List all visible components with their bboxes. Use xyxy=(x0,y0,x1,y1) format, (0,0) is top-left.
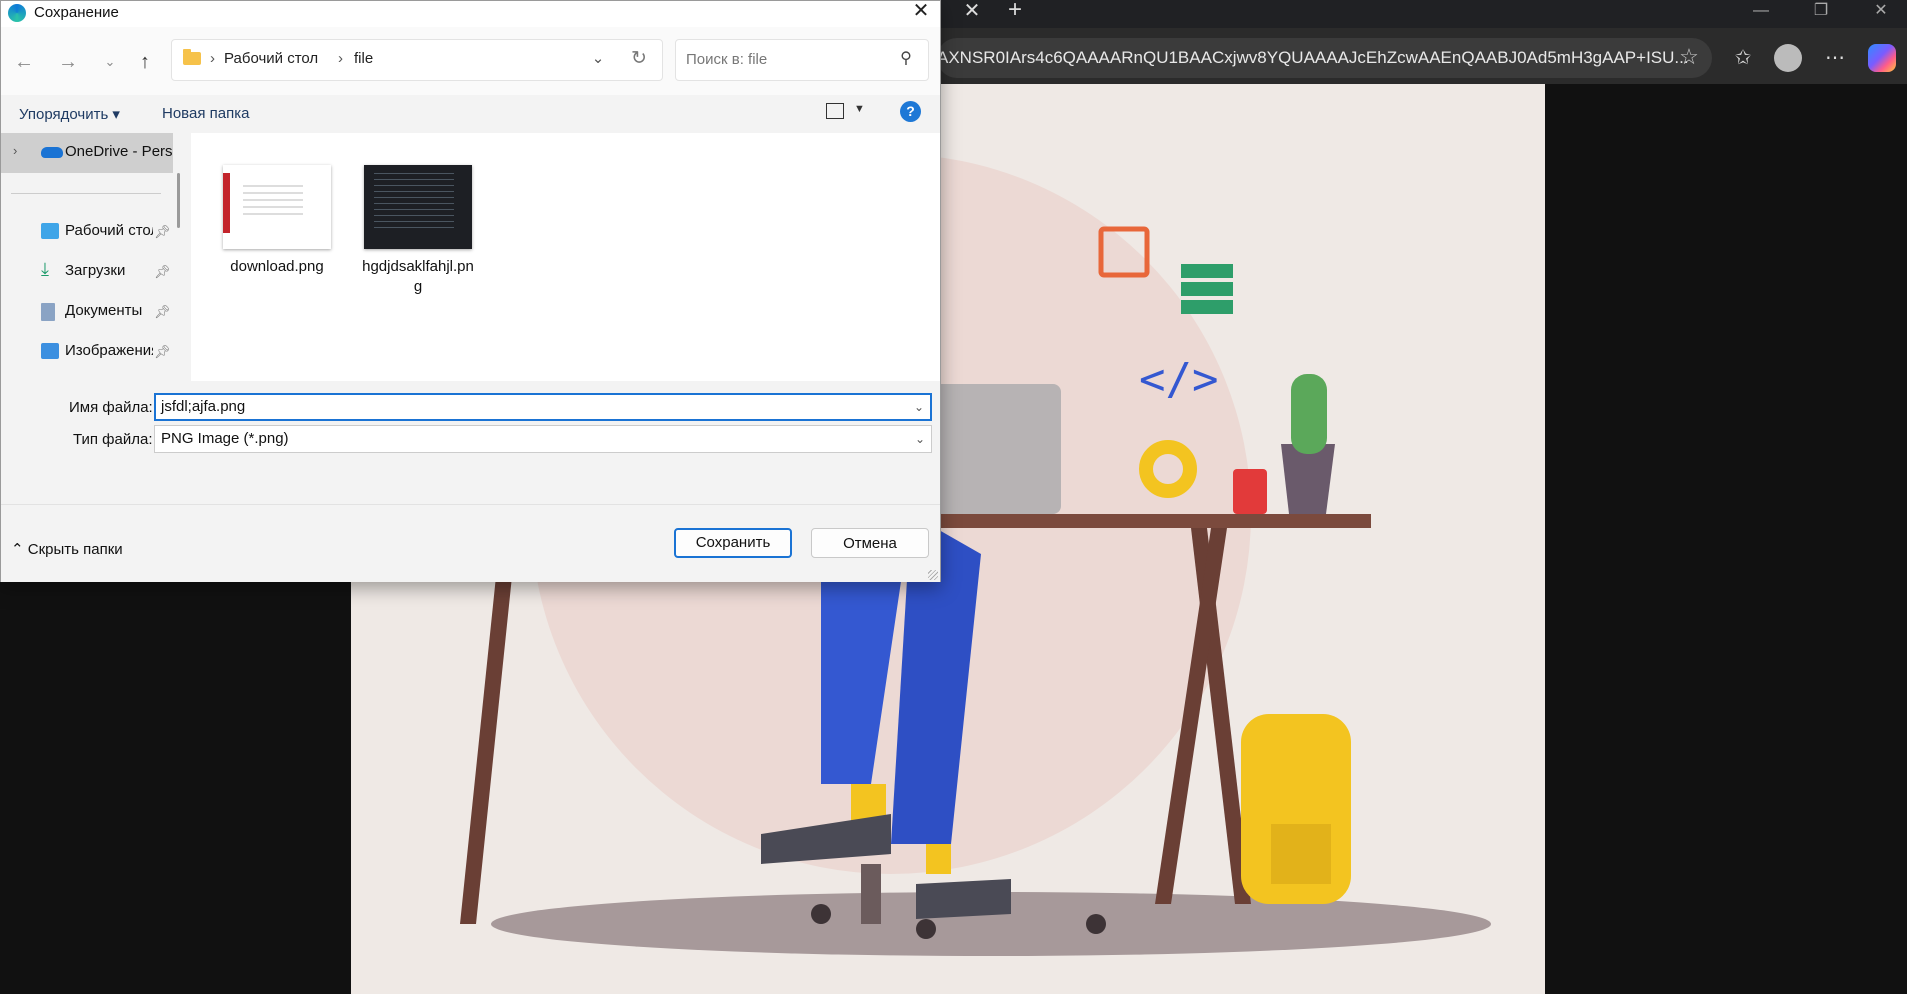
save-button[interactable]: Сохранить xyxy=(674,528,792,558)
search-field[interactable]: Поиск в: file ⚲ xyxy=(675,39,929,81)
breadcrumb-separator-icon: › xyxy=(338,50,343,67)
pin-icon: 📌︎ xyxy=(154,304,171,319)
resize-grip[interactable] xyxy=(928,570,938,580)
path-bar[interactable]: › Рабочий стол › file ⌄ ↻ xyxy=(171,39,663,81)
filetype-value: PNG Image (*.png) xyxy=(161,430,289,447)
window-minimize-button[interactable]: — xyxy=(1736,0,1786,24)
edge-logo-icon xyxy=(8,4,26,22)
favorite-star-icon[interactable]: ☆ xyxy=(1676,44,1702,70)
nav-item-label: Загрузки xyxy=(65,262,126,279)
image-icon xyxy=(41,343,59,359)
pin-icon: 📌︎ xyxy=(154,344,171,359)
hide-folders-label: Скрыть папки xyxy=(27,541,123,558)
window-close-button[interactable]: ✕ xyxy=(1856,0,1906,24)
filetype-select[interactable]: PNG Image (*.png) ⌄ xyxy=(154,425,932,453)
file-name: hgdjdsaklfahjl.png xyxy=(362,258,474,295)
nav-scrollbar[interactable] xyxy=(177,173,180,228)
view-dropdown-icon[interactable]: ▼ xyxy=(854,103,865,115)
svg-text:</>: </> xyxy=(1139,354,1218,405)
view-mode-icon[interactable] xyxy=(826,103,844,119)
save-dialog: Сохранение ✕ ← → ⌄ ↑ › Рабочий стол › fi… xyxy=(0,0,941,582)
dialog-footer: ⌃ Скрыть папки Сохранить Отмена xyxy=(1,504,940,582)
recent-locations-chevron-icon[interactable]: ⌄ xyxy=(97,49,123,75)
nav-divider xyxy=(11,193,161,194)
file-thumbnail xyxy=(223,165,331,249)
up-arrow-icon[interactable]: ↑ xyxy=(132,49,158,75)
profile-avatar[interactable] xyxy=(1774,44,1802,72)
favorites-icon[interactable]: ✩ xyxy=(1728,44,1758,72)
more-options-icon[interactable]: ⋯ xyxy=(1820,44,1850,72)
forward-arrow-icon[interactable]: → xyxy=(55,49,81,75)
search-icon: ⚲ xyxy=(900,50,912,67)
dialog-title: Сохранение xyxy=(34,4,119,21)
address-bar[interactable]: AXNSR0IArs4c6QAAAARnQU1BAACxjwv8YQUAAAAJ… xyxy=(937,38,1712,78)
filename-dropdown-icon[interactable]: ⌄ xyxy=(914,395,924,419)
pin-icon: 📌︎ xyxy=(154,224,171,239)
copilot-icon[interactable] xyxy=(1868,44,1896,72)
breadcrumb-file[interactable]: file xyxy=(354,50,373,67)
breadcrumb-desktop[interactable]: Рабочий стол xyxy=(224,50,318,67)
pin-icon: 📌︎ xyxy=(154,264,171,279)
new-folder-button[interactable]: Новая папка xyxy=(162,105,249,122)
expand-chevron-icon[interactable]: › xyxy=(13,143,17,158)
dialog-title-bar: Сохранение ✕ xyxy=(1,1,940,27)
breadcrumb-separator-icon: › xyxy=(210,50,215,67)
path-dropdown-chevron-icon[interactable]: ⌄ xyxy=(587,48,609,70)
filename-label: Имя файла: xyxy=(69,399,153,416)
download-icon: ⤓ xyxy=(41,259,49,279)
dialog-navigation-bar: ← → ⌄ ↑ › Рабочий стол › file ⌄ ↻ Поиск … xyxy=(1,27,940,95)
nav-item-label: Документы xyxy=(65,302,143,319)
search-placeholder: Поиск в: file xyxy=(686,51,768,68)
nav-item-label: Рабочий стол xyxy=(65,222,153,239)
file-thumbnail xyxy=(364,165,472,249)
navigation-pane: › OneDrive - Personal Рабочий стол 📌︎ ⤓ … xyxy=(1,133,191,381)
filename-input[interactable]: jsfdl;ajfa.png ⌄ xyxy=(154,393,932,421)
hide-folders-button[interactable]: ⌃ Скрыть папки xyxy=(11,540,123,558)
filetype-label: Тип файла: xyxy=(73,431,153,448)
organize-menu-button[interactable]: Упорядочить ▾ xyxy=(19,105,120,123)
command-bar: Упорядочить ▾ Новая папка ▼ ? xyxy=(1,95,940,133)
desktop-icon xyxy=(41,223,59,239)
chevron-up-icon: ⌃ xyxy=(11,541,28,558)
window-restore-button[interactable]: ❐ xyxy=(1796,0,1846,24)
refresh-icon[interactable]: ↻ xyxy=(627,47,651,71)
filename-value: jsfdl;ajfa.png xyxy=(161,398,246,415)
nav-item-label: OneDrive - Personal xyxy=(65,143,173,160)
nav-item-onedrive[interactable]: › OneDrive - Personal xyxy=(1,133,173,173)
cancel-button[interactable]: Отмена xyxy=(811,528,929,558)
new-tab-button[interactable]: + xyxy=(1000,0,1030,24)
dialog-close-button[interactable]: ✕ xyxy=(906,1,936,25)
folder-icon xyxy=(183,49,201,65)
back-arrow-icon[interactable]: ← xyxy=(11,49,37,75)
document-icon xyxy=(41,303,55,321)
nav-item-label: Изображения xyxy=(65,342,153,359)
file-list: download.png hgdjdsaklfahjl.png xyxy=(191,133,940,381)
help-icon[interactable]: ? xyxy=(900,101,921,122)
file-name: download.png xyxy=(230,258,324,275)
onedrive-cloud-icon xyxy=(41,147,63,158)
tab-close-button[interactable]: ✕ xyxy=(957,0,987,24)
filetype-dropdown-icon[interactable]: ⌄ xyxy=(915,426,925,452)
